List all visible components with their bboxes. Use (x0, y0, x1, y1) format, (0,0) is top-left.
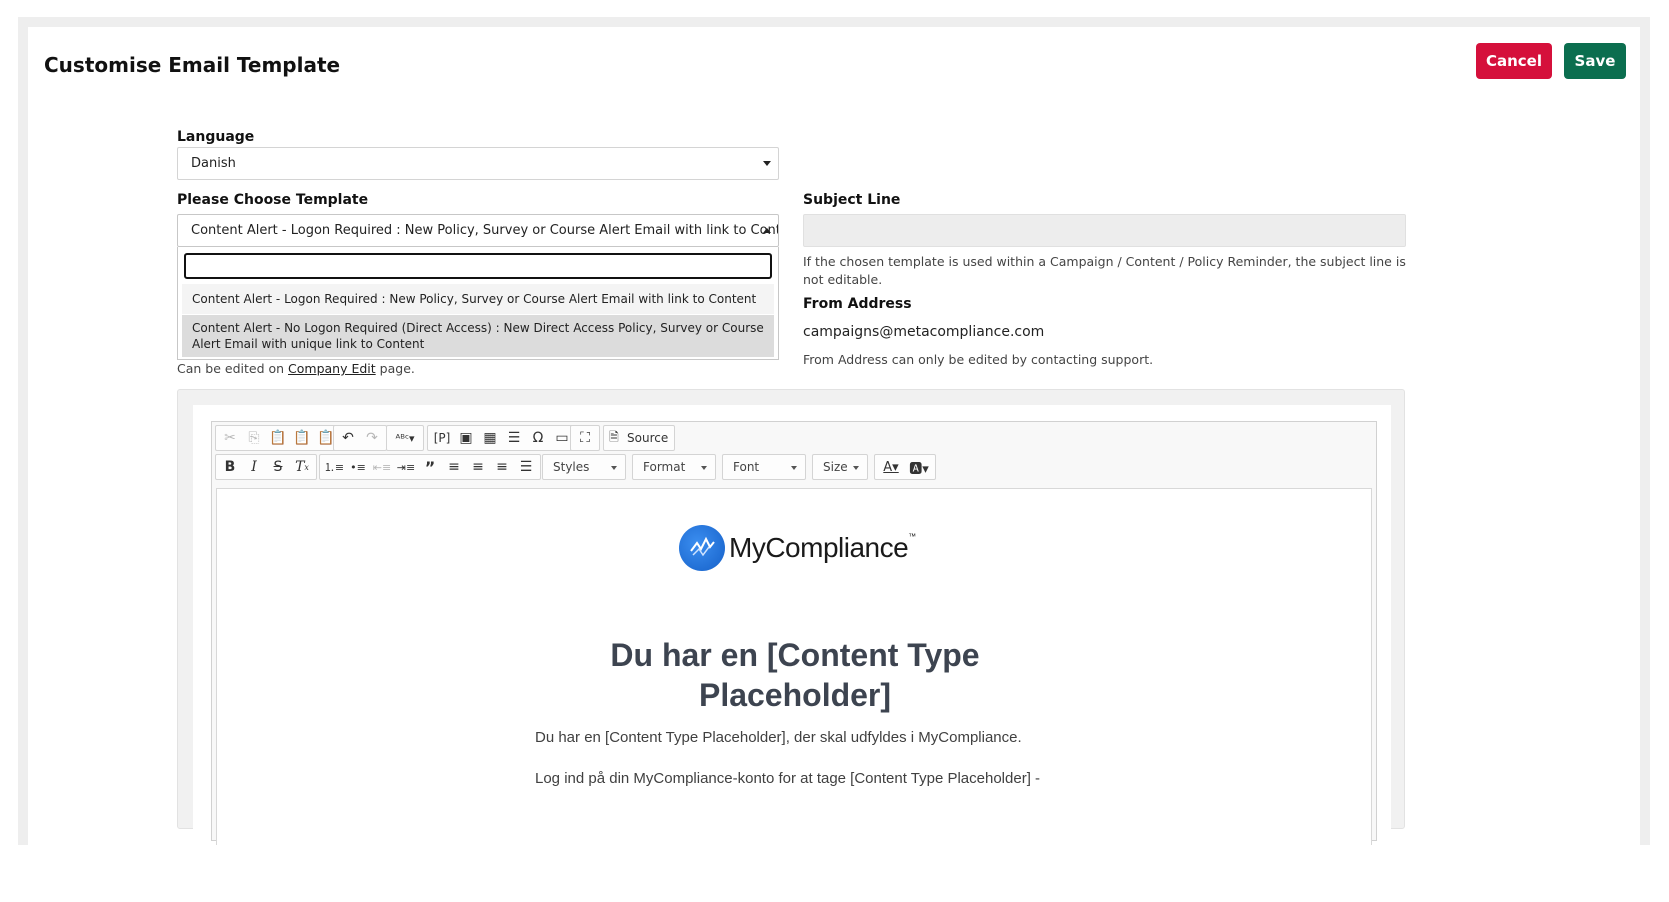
logo-text: MyCompliance™ (729, 532, 916, 564)
mycompliance-logo: MyCompliance™ (679, 525, 916, 571)
italic-icon[interactable]: I (243, 456, 265, 478)
mycompliance-logo-icon (679, 525, 725, 571)
language-label: Language (177, 129, 255, 145)
cut-icon[interactable]: ✂ (219, 427, 241, 449)
horizontal-rule-icon[interactable]: ☰ (503, 427, 525, 449)
maximize-icon[interactable]: ⛶ (574, 427, 596, 449)
source-label: Source (627, 431, 669, 445)
special-char-icon[interactable]: Ω (527, 427, 549, 449)
template-dropdown: Content Alert - Logon Required : New Pol… (177, 247, 779, 360)
paste-text-icon[interactable]: 📋 (291, 427, 313, 449)
table-icon[interactable]: ▦ (479, 427, 501, 449)
company-edit-note-prefix: Can be edited on (177, 361, 289, 376)
chevron-down-icon (701, 466, 707, 470)
editor-container: ✂ ⎘ 📋 📋 📋 ↶ ↷ ᴬᴮᶜ▾ [P] ▣ ▦ ☰ Ω ▭ ⛶ 🗎 Sou… (193, 405, 1391, 845)
editor-content[interactable]: MyCompliance™ Du har en [Content Type Pl… (216, 488, 1372, 845)
bg-color-icon[interactable]: 🅰▾ (906, 456, 932, 478)
chevron-up-icon (763, 228, 771, 233)
from-address-label: From Address (803, 296, 912, 312)
basic-styles-group: B I S Tx (215, 454, 317, 480)
bulleted-list-icon[interactable]: •≡ (347, 456, 369, 478)
template-search-input[interactable] (184, 253, 772, 279)
styles-combo-label: Styles (553, 460, 590, 474)
language-select[interactable]: Danish (177, 147, 779, 180)
company-edit-note-suffix: page. (375, 361, 415, 376)
cancel-button[interactable]: Cancel (1476, 43, 1552, 79)
email-heading: Du har en [Content Type Placeholder] (610, 637, 980, 713)
align-center-icon[interactable]: ≡ (467, 456, 489, 478)
placeholder-icon[interactable]: [P] (431, 427, 453, 449)
insert-group: [P] ▣ ▦ ☰ Ω ▭ (427, 425, 577, 451)
spellcheck-icon[interactable]: ᴬᴮᶜ▾ (390, 427, 420, 449)
template-option[interactable]: Content Alert - No Logon Required (Direc… (182, 315, 774, 357)
blockquote-icon[interactable]: ” (419, 456, 441, 478)
numbered-list-icon[interactable]: ⒈≡ (323, 456, 345, 478)
chevron-down-icon (763, 161, 771, 166)
size-combo-label: Size (823, 460, 848, 474)
image-icon[interactable]: ▣ (455, 427, 477, 449)
colors-group: A▾ 🅰▾ (874, 454, 936, 480)
indent-icon[interactable]: ⇥≡ (395, 456, 417, 478)
company-edit-note: Can be edited on Company Edit page. (177, 361, 415, 376)
main-card: Customise Email Template Cancel Save Lan… (28, 27, 1640, 845)
editor-panel: ✂ ⎘ 📋 📋 📋 ↶ ↷ ᴬᴮᶜ▾ [P] ▣ ▦ ☰ Ω ▭ ⛶ 🗎 Sou… (177, 389, 1405, 845)
language-select-value: Danish (191, 156, 236, 171)
format-combo[interactable]: Format (632, 454, 716, 480)
maximize-group: ⛶ (570, 425, 600, 451)
bold-icon[interactable]: B (219, 456, 241, 478)
strike-icon[interactable]: S (267, 456, 289, 478)
template-select[interactable]: Content Alert - Logon Required : New Pol… (177, 214, 779, 247)
subject-label: Subject Line (803, 192, 901, 208)
subject-help: If the chosen template is used within a … (803, 254, 1406, 287)
email-paragraph: Du har en [Content Type Placeholder], de… (535, 729, 1022, 746)
copy-icon[interactable]: ⎘ (243, 427, 265, 449)
chevron-down-icon (791, 466, 797, 470)
remove-format-icon[interactable]: Tx (291, 456, 313, 478)
template-select-value: Content Alert - Logon Required : New Pol… (191, 223, 779, 238)
undo-group: ↶ ↷ (333, 425, 387, 451)
page-title: Customise Email Template (44, 53, 341, 77)
font-combo-label: Font (733, 460, 760, 474)
logo-trademark: ™ (908, 532, 916, 541)
template-option[interactable]: Content Alert - Logon Required : New Pol… (182, 284, 774, 314)
undo-icon[interactable]: ↶ (337, 427, 359, 449)
subject-input[interactable] (803, 214, 1406, 247)
format-combo-label: Format (643, 460, 686, 474)
redo-icon[interactable]: ↷ (361, 427, 383, 449)
paste-icon[interactable]: 📋 (267, 427, 289, 449)
align-left-icon[interactable]: ≡ (443, 456, 465, 478)
size-combo[interactable]: Size (812, 454, 868, 480)
clipboard-group: ✂ ⎘ 📋 📋 📋 (215, 425, 341, 451)
page-background: Customise Email Template Cancel Save Lan… (18, 17, 1650, 845)
email-paragraph: Log ind på din MyCompliance-konto for at… (535, 770, 1041, 787)
paragraph-group: ⒈≡ •≡ ⇤≡ ⇥≡ ” ≡ ≡ ≡ ☰ (319, 454, 541, 480)
outdent-icon[interactable]: ⇤≡ (371, 456, 393, 478)
rich-text-editor: ✂ ⎘ 📋 📋 📋 ↶ ↷ ᴬᴮᶜ▾ [P] ▣ ▦ ☰ Ω ▭ ⛶ 🗎 Sou… (211, 421, 1377, 845)
chevron-down-icon (853, 466, 859, 470)
styles-combo[interactable]: Styles (542, 454, 626, 480)
save-button[interactable]: Save (1564, 43, 1626, 79)
source-button[interactable]: 🗎 Source (603, 425, 676, 451)
company-edit-link[interactable]: Company Edit (288, 361, 376, 376)
justify-icon[interactable]: ☰ (515, 456, 537, 478)
align-right-icon[interactable]: ≡ (491, 456, 513, 478)
chevron-down-icon (611, 466, 617, 470)
logo-wordmark: MyCompliance (729, 532, 909, 563)
font-combo[interactable]: Font (722, 454, 806, 480)
source-icon: 🗎 (609, 429, 619, 444)
from-address-help: From Address can only be edited by conta… (803, 352, 1154, 367)
text-color-icon[interactable]: A▾ (878, 456, 904, 478)
template-label: Please Choose Template (177, 192, 369, 208)
spellcheck-group: ᴬᴮᶜ▾ (386, 425, 424, 451)
from-address-value: campaigns@metacompliance.com (803, 324, 1045, 340)
